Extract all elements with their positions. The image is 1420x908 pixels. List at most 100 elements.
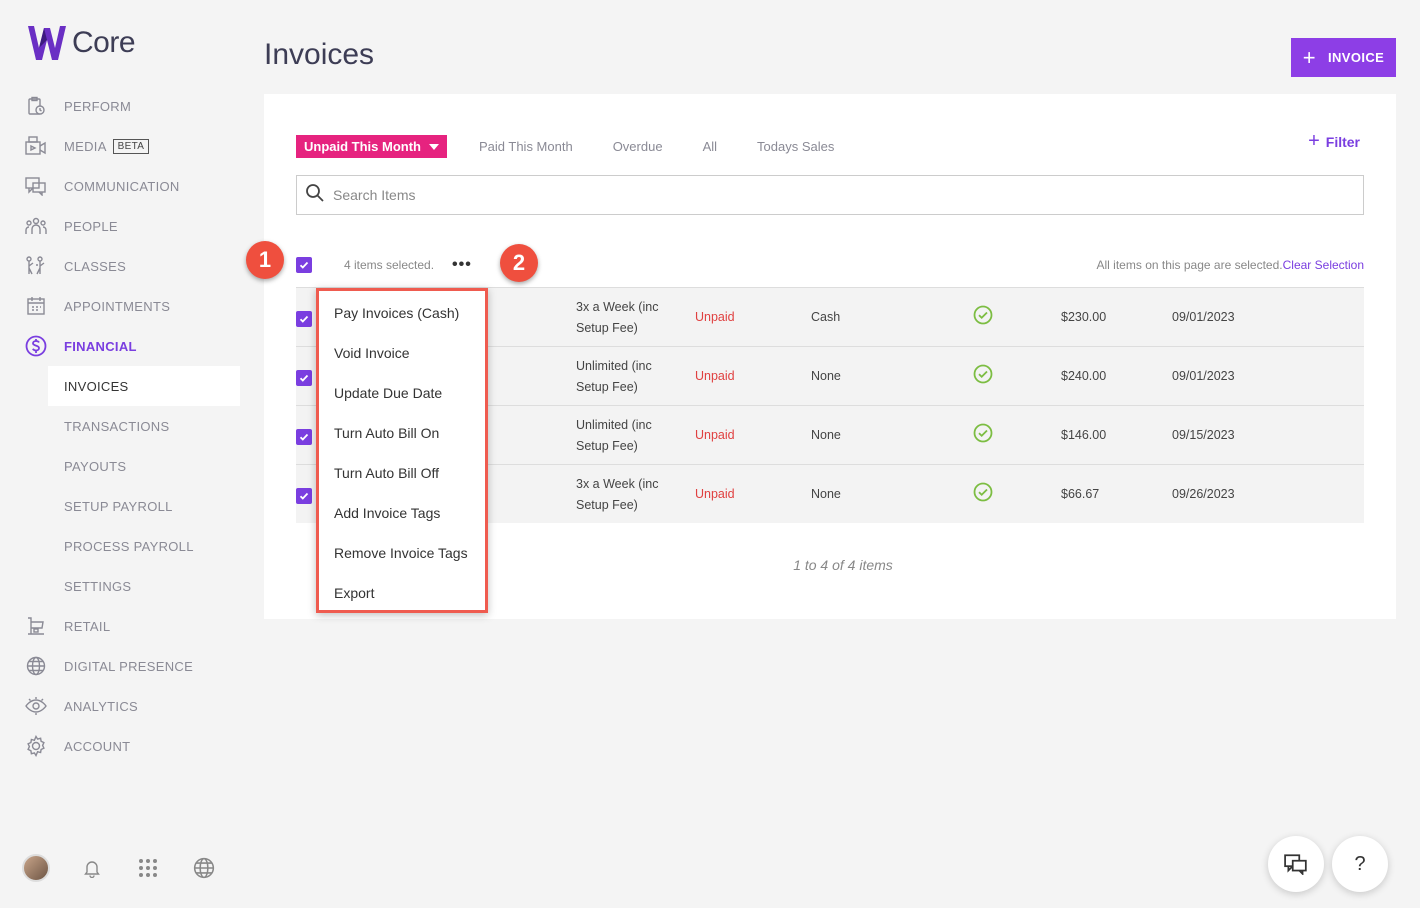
- page-title: Invoices: [264, 38, 375, 71]
- apps-grid-icon[interactable]: [134, 854, 162, 882]
- check-icon: [299, 315, 309, 323]
- nav-retail[interactable]: RETAIL: [0, 606, 250, 646]
- help-button[interactable]: ?: [1332, 836, 1388, 892]
- payment-method-cell: None: [811, 487, 841, 501]
- amount-cell: $240.00: [1061, 369, 1107, 383]
- nav-communication[interactable]: COMMUNICATION: [0, 166, 250, 206]
- select-all-checkbox[interactable]: [296, 257, 312, 273]
- plan-line-2: Setup Fee): [576, 321, 638, 335]
- search-box: [296, 175, 1364, 215]
- menu-item-export[interactable]: Export: [319, 573, 485, 613]
- tab-overdue[interactable]: Overdue: [613, 139, 663, 154]
- eye-icon: [24, 694, 48, 718]
- menu-item-turn-auto-bill-off[interactable]: Turn Auto Bill Off: [319, 453, 485, 493]
- plan-cell: 3x a Week (inc Setup Fee): [576, 297, 676, 339]
- check-icon: [299, 433, 309, 441]
- subnav-setup-payroll-label: SETUP PAYROLL: [64, 498, 173, 514]
- tab-unpaid-this-month[interactable]: Unpaid This Month: [296, 135, 447, 158]
- avatar[interactable]: [22, 854, 50, 882]
- check-circle-icon: [973, 482, 993, 505]
- language-globe-icon[interactable]: [190, 854, 218, 882]
- selection-bar: 4 items selected. ••• All items on this …: [296, 255, 1364, 275]
- plan-line-1: Unlimited (inc: [576, 418, 652, 432]
- subnav-transactions[interactable]: TRANSACTIONS: [0, 406, 250, 446]
- classes-icon: [24, 254, 48, 278]
- nav-classes[interactable]: CLASSES: [0, 246, 250, 286]
- nav-media[interactable]: MEDIA BETA: [0, 126, 250, 166]
- selected-count: 4 items selected.: [344, 258, 435, 272]
- amount-cell: $230.00: [1061, 310, 1107, 324]
- check-circle-icon: [973, 305, 993, 328]
- menu-item-turn-auto-bill-on[interactable]: Turn Auto Bill On: [319, 413, 485, 453]
- chat-button[interactable]: [1268, 836, 1324, 892]
- callout-1: 1: [246, 241, 284, 279]
- plan-cell: 3x a Week (inc Setup Fee): [576, 474, 676, 516]
- subnav-setup-payroll[interactable]: SETUP PAYROLL: [0, 486, 250, 526]
- plan-cell: Unlimited (inc Setup Fee): [576, 415, 676, 457]
- bulk-actions-menu: Pay Invoices (Cash) Void Invoice Update Du…: [316, 288, 488, 613]
- nav-analytics[interactable]: ANALYTICS: [0, 686, 250, 726]
- payment-method-cell: None: [811, 369, 841, 383]
- plan-line-1: Unlimited (inc: [576, 359, 652, 373]
- clear-selection-link[interactable]: Clear Selection: [1283, 258, 1364, 272]
- subnav-transactions-label: TRANSACTIONS: [64, 418, 170, 434]
- bell-icon[interactable]: [78, 854, 106, 882]
- row-checkbox[interactable]: [296, 370, 312, 386]
- amount-cell: $146.00: [1061, 428, 1107, 442]
- filter-label: Filter: [1325, 133, 1360, 150]
- tab-unpaid-this-month-label: Unpaid This Month: [304, 139, 421, 154]
- nav-appointments[interactable]: APPOINTMENTS: [0, 286, 250, 326]
- calendar-icon: [24, 294, 48, 318]
- search-input[interactable]: [333, 187, 1363, 203]
- nav-digital-presence[interactable]: DIGITAL PRESENCE: [0, 646, 250, 686]
- tab-todays-sales[interactable]: Todays Sales: [757, 139, 834, 154]
- nav-communication-label: COMMUNICATION: [64, 178, 180, 194]
- row-checkbox[interactable]: [296, 488, 312, 504]
- menu-item-remove-invoice-tags[interactable]: Remove Invoice Tags: [319, 533, 485, 573]
- w-logo-icon: [28, 26, 66, 60]
- more-actions-icon[interactable]: •••: [452, 257, 472, 273]
- selection-status: All items on this page are selected.Clea…: [1097, 258, 1364, 272]
- tab-paid-this-month[interactable]: Paid This Month: [479, 139, 573, 154]
- nav-classes-label: CLASSES: [64, 258, 127, 274]
- check-circle-icon: [973, 423, 993, 446]
- logo[interactable]: Core: [26, 22, 136, 64]
- date-cell: 09/15/2023: [1172, 428, 1235, 442]
- row-checkbox[interactable]: [296, 311, 312, 327]
- subnav-invoices[interactable]: INVOICES: [48, 366, 240, 406]
- subnav-settings[interactable]: SETTINGS: [0, 566, 250, 606]
- menu-item-update-due-date[interactable]: Update Due Date: [319, 373, 485, 413]
- search-icon: [305, 183, 325, 208]
- nav-appointments-label: APPOINTMENTS: [64, 298, 171, 314]
- check-icon: [299, 374, 309, 382]
- date-cell: 09/01/2023: [1172, 310, 1235, 324]
- filter-button[interactable]: + Filter: [1308, 130, 1360, 153]
- row-checkbox[interactable]: [296, 429, 312, 445]
- logo-text: Core: [72, 26, 136, 59]
- menu-item-pay-invoices-cash[interactable]: Pay Invoices (Cash): [319, 293, 485, 333]
- nav-media-label: MEDIA: [64, 138, 107, 154]
- caret-down-icon: [428, 143, 439, 150]
- date-cell: 09/01/2023: [1172, 369, 1235, 383]
- menu-item-add-invoice-tags[interactable]: Add Invoice Tags: [319, 493, 485, 533]
- nav-people[interactable]: PEOPLE: [0, 206, 250, 246]
- date-cell: 09/26/2023: [1172, 487, 1235, 501]
- new-invoice-button[interactable]: + INVOICE: [1291, 38, 1396, 77]
- plan-line-2: Setup Fee): [576, 439, 638, 453]
- nav-account-label: ACCOUNT: [64, 738, 131, 754]
- plus-icon: +: [1308, 130, 1320, 152]
- nav-account[interactable]: ACCOUNT: [0, 726, 250, 766]
- subnav-process-payroll[interactable]: PROCESS PAYROLL: [0, 526, 250, 566]
- nav-financial-label: FINANCIAL: [64, 338, 137, 354]
- nav-financial[interactable]: FINANCIAL: [0, 326, 250, 366]
- tab-all[interactable]: All: [703, 139, 717, 154]
- menu-item-void-invoice[interactable]: Void Invoice: [319, 333, 485, 373]
- plus-icon: +: [1302, 44, 1316, 70]
- sidebar: Core PERFORM MEDIA BETA COMMUNICATION PE…: [0, 0, 250, 908]
- people-icon: [24, 214, 48, 238]
- subnav-payouts[interactable]: PAYOUTS: [0, 446, 250, 486]
- subnav-payouts-label: PAYOUTS: [64, 458, 127, 474]
- plan-line-2: Setup Fee): [576, 498, 638, 512]
- nav-perform[interactable]: PERFORM: [0, 86, 250, 126]
- chat-icon: [1284, 854, 1307, 875]
